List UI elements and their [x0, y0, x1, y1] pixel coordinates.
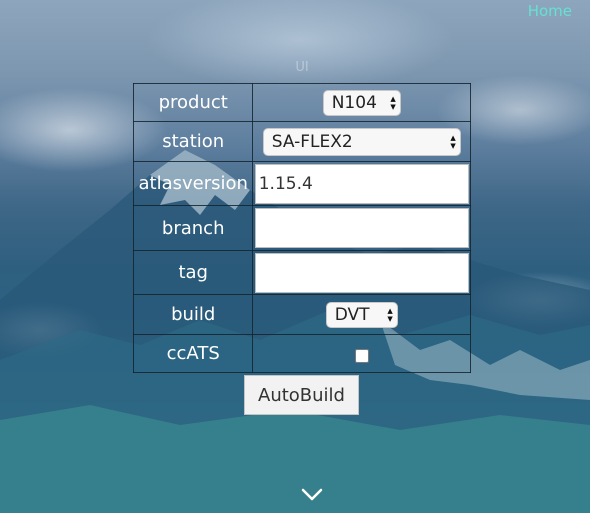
select-arrows-icon: ▲ ▼: [390, 94, 396, 111]
autobuild-button[interactable]: AutoBuild: [244, 375, 359, 415]
select-arrows-icon: ▲ ▼: [387, 306, 393, 323]
product-select[interactable]: N104 ▲ ▼: [322, 89, 401, 116]
form-row-atlasversion: atlasversion 1.15.4: [132, 161, 471, 206]
station-select-value: SA-FLEX2: [271, 131, 353, 152]
build-select[interactable]: DVT ▲ ▼: [325, 301, 398, 328]
product-label: product: [132, 83, 254, 122]
ccats-label: ccATS: [132, 334, 254, 373]
tag-input[interactable]: [254, 252, 469, 293]
select-arrows-icon: ▲ ▼: [450, 133, 456, 150]
form-row-branch: branch: [132, 205, 471, 251]
station-label: station: [132, 121, 254, 162]
home-link[interactable]: Home: [528, 2, 572, 20]
form-row-tag: tag: [132, 250, 471, 295]
branch-input[interactable]: [254, 208, 469, 248]
atlasversion-label: atlasversion: [132, 161, 254, 206]
branch-label: branch: [132, 205, 254, 251]
ccats-checkbox[interactable]: [354, 348, 369, 363]
build-form-table: product N104 ▲ ▼ station SA-FLEX2 ▲ ▼ atla…: [132, 83, 471, 373]
atlasversion-input[interactable]: 1.15.4: [254, 163, 469, 204]
tag-label: tag: [132, 250, 254, 295]
chevron-down-icon[interactable]: [301, 488, 323, 502]
form-row-ccats: ccATS: [132, 334, 471, 373]
product-select-value: N104: [331, 92, 377, 113]
form-row-product: product N104 ▲ ▼: [132, 83, 471, 122]
form-row-build: build DVT ▲ ▼: [132, 294, 471, 335]
build-label: build: [132, 294, 254, 335]
form-row-station: station SA-FLEX2 ▲ ▼: [132, 121, 471, 162]
build-select-value: DVT: [334, 304, 370, 325]
page-title: UI: [295, 60, 309, 75]
station-select[interactable]: SA-FLEX2 ▲ ▼: [262, 127, 461, 156]
